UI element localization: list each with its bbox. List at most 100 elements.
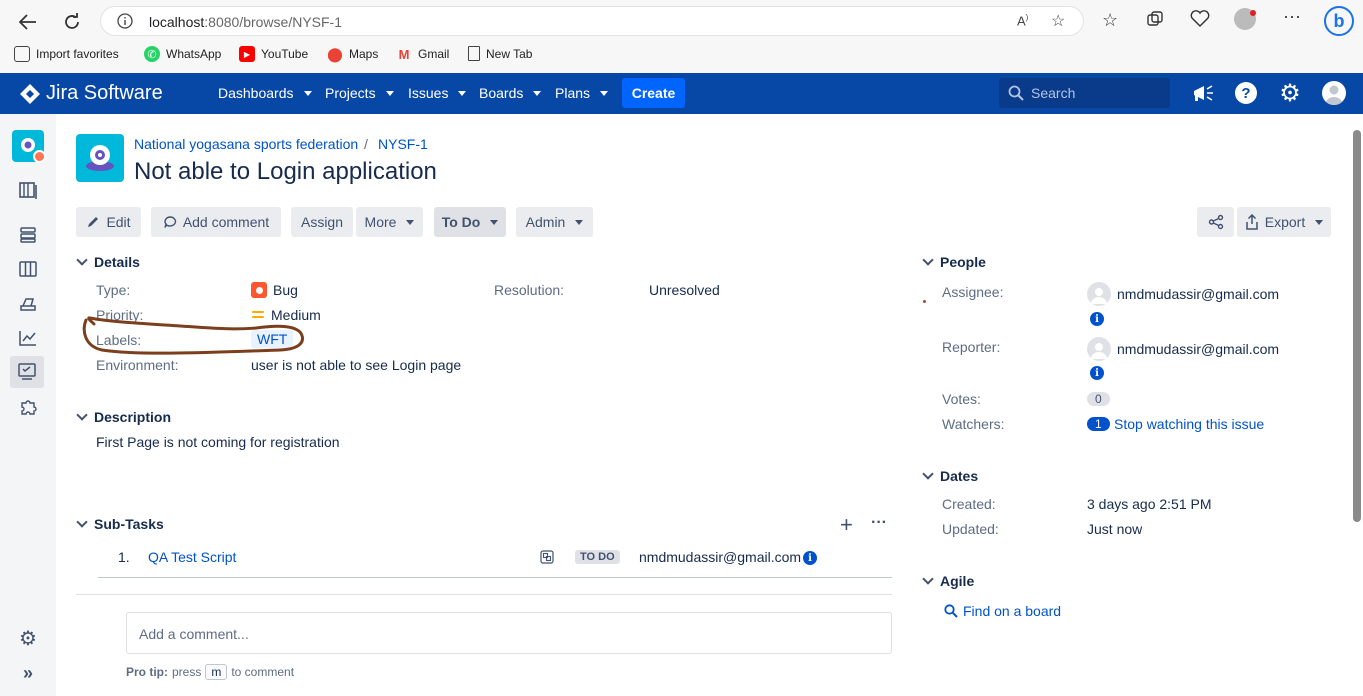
bookmark-import[interactable]: Import favorites [14,46,119,62]
search-icon [944,604,958,618]
export-button[interactable]: Export [1237,207,1331,237]
stop-watching-link[interactable]: Stop watching this issue [1114,416,1264,432]
assignee-value[interactable]: nmdmudassir@gmail.com [1087,282,1279,306]
subtask-row: 1. QA Test Script TO DO nmdmudassir@gmai… [98,545,892,578]
menu-projects[interactable]: Projects [325,85,394,101]
chevron-down-icon [76,516,88,528]
export-icon [1246,214,1258,230]
search-icon [1008,85,1024,104]
jira-diamond-icon [20,83,40,104]
whatsapp-icon: ✆ [144,46,160,62]
collections-icon[interactable] [1146,10,1164,31]
gmail-icon: M [398,46,410,62]
settings-gear-icon[interactable]: ⚙ [1277,80,1303,107]
project-settings-icon[interactable]: ⚙ [14,624,42,652]
reports-icon[interactable] [14,324,42,352]
updated-label: Updated: [942,521,999,537]
subtask-number: 1. [118,549,130,565]
breadcrumb-separator: / [364,136,368,152]
reporter-info-icon[interactable]: i [1090,366,1104,380]
jira-logo[interactable]: Jira Software [20,82,163,105]
bug-icon [251,282,267,298]
announcement-icon[interactable] [1190,80,1216,106]
more-options-icon[interactable]: ··· [1283,6,1301,27]
issue-title[interactable]: Not able to Login application [134,158,437,186]
subtasks-section-toggle[interactable]: Sub-Tasks [76,516,164,532]
watchers-count-badge[interactable]: 1 [1087,417,1110,431]
reporter-value[interactable]: nmdmudassir@gmail.com [1087,337,1279,361]
subtask-status-lozenge[interactable]: TO DO [575,550,620,564]
comment-icon [164,216,176,228]
copilot-icon[interactable]: b [1324,6,1354,36]
page-scrollbar[interactable] [1353,130,1361,522]
menu-dashboards[interactable]: Dashboards [218,85,312,101]
reporter-label: Reporter: [942,339,1001,355]
releases-icon[interactable] [14,290,42,318]
project-sidebar: ⚙ » [0,114,56,696]
menu-issues[interactable]: Issues [408,85,467,101]
user-avatar-icon[interactable] [1321,80,1347,106]
project-avatar[interactable] [76,134,124,182]
find-on-board-link[interactable]: Find on a board [944,603,1061,619]
issues-list-icon[interactable] [14,221,42,249]
annotation-dot [923,300,926,303]
chevron-down-icon [922,573,934,585]
share-button[interactable] [1197,207,1234,237]
bookmark-gmail[interactable]: M Gmail [396,46,450,62]
add-comment-button[interactable]: Add comment [151,207,281,237]
expand-sidebar-icon[interactable]: » [14,659,42,687]
status-button[interactable]: To Do [434,207,506,237]
search-input[interactable]: Search [999,78,1170,108]
people-section-toggle[interactable]: People [922,254,986,270]
chevron-down-icon [922,254,934,266]
assignee-info-icon[interactable]: i [1090,312,1104,326]
breadcrumb-issue-key[interactable]: NYSF-1 [378,136,428,152]
bookmark-maps[interactable]: ⬤ Maps [327,46,378,62]
menu-plans[interactable]: Plans [555,85,609,101]
subtask-more-icon[interactable]: ··· [871,514,887,532]
breadcrumb-project[interactable]: National yogasana sports federation [134,136,358,152]
favorites-icon[interactable]: ☆ [1102,10,1118,31]
back-icon[interactable] [14,8,42,36]
more-button[interactable]: More [356,207,423,237]
assignee-label: Assignee: [942,284,1004,300]
read-aloud-icon[interactable]: A) [1017,13,1028,28]
url-text: localhost:8080/browse/NYSF-1 [149,14,342,30]
help-icon[interactable]: ? [1233,80,1259,106]
add-comment-field[interactable]: Add a comment... [126,612,892,654]
menu-boards[interactable]: Boards [479,85,542,101]
create-button[interactable]: Create [622,78,685,108]
subtask-title-link[interactable]: QA Test Script [148,549,236,565]
add-ons-puzzle-icon[interactable] [14,393,42,421]
agile-section-toggle[interactable]: Agile [922,573,974,589]
updated-value: Just now [1087,521,1143,537]
bookmark-newtab[interactable]: New Tab [468,46,532,61]
edit-button[interactable]: Edit [76,207,141,237]
pro-tip: Pro tip: press m to comment [126,664,295,680]
details-section-toggle[interactable]: Details [76,254,140,270]
chevron-down-icon [76,409,88,421]
browser-chrome: localhost:8080/browse/NYSF-1 A) ☆ ☆ ··· … [0,0,1363,73]
votes-count-badge[interactable]: 0 [1087,392,1110,406]
watchers-label: Watchers: [942,416,1005,432]
site-info-icon[interactable] [117,13,133,32]
dates-section-toggle[interactable]: Dates [922,468,978,484]
description-text[interactable]: First Page is not coming for registratio… [96,434,340,450]
address-bar[interactable]: localhost:8080/browse/NYSF-1 A) ☆ [100,6,1084,36]
youtube-icon: ▶ [239,46,255,62]
info-icon[interactable]: i [803,551,817,565]
backlog-icon[interactable] [14,176,42,204]
reload-icon[interactable] [58,8,86,36]
admin-button[interactable]: Admin [516,207,593,237]
add-favorite-icon[interactable]: ☆ [1051,11,1065,31]
folder-icon [14,46,30,62]
description-section-toggle[interactable]: Description [76,409,171,425]
browser-essentials-icon[interactable] [1190,10,1210,31]
bookmark-whatsapp[interactable]: ✆ WhatsApp [144,46,221,62]
issues-view-icon[interactable] [10,356,44,388]
annotation-circle [82,316,304,355]
bookmark-youtube[interactable]: ▶ YouTube [239,46,308,62]
board-icon[interactable] [14,255,42,283]
add-subtask-icon[interactable]: + [840,514,853,536]
assign-button[interactable]: Assign [291,207,353,237]
